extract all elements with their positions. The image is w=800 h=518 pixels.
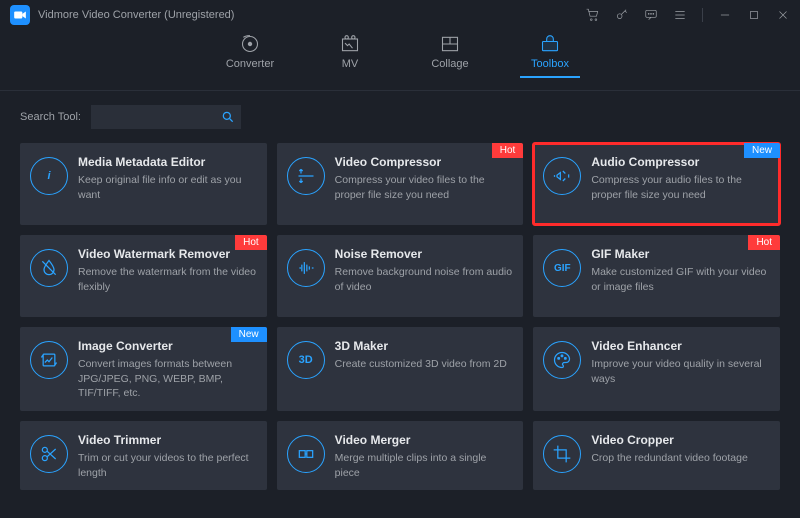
info-icon: i	[30, 157, 68, 195]
palette-icon	[543, 341, 581, 379]
badge-hot: Hot	[235, 235, 267, 250]
tool-audio-compressor[interactable]: New Audio Compressor Compress your audio…	[533, 143, 780, 225]
card-desc: Merge multiple clips into a single piece	[335, 451, 514, 480]
card-title: Video Watermark Remover	[78, 247, 257, 261]
divider	[702, 8, 703, 22]
search-bar: Search Tool:	[0, 91, 800, 133]
menu-icon[interactable]	[673, 8, 687, 22]
cart-icon[interactable]	[586, 8, 600, 22]
image-convert-icon	[30, 341, 68, 379]
badge-hot: Hot	[492, 143, 524, 158]
crop-icon	[543, 435, 581, 473]
card-desc: Keep original file info or edit as you w…	[78, 173, 257, 202]
gif-icon: GIF	[543, 249, 581, 287]
card-desc: Remove background noise from audio of vi…	[335, 265, 514, 294]
merge-icon	[287, 435, 325, 473]
card-desc: Trim or cut your videos to the perfect l…	[78, 451, 257, 480]
app-title: Vidmore Video Converter (Unregistered)	[38, 9, 234, 21]
feedback-icon[interactable]	[644, 8, 658, 22]
scissors-icon	[30, 435, 68, 473]
card-title: Video Trimmer	[78, 433, 257, 447]
badge-new: New	[231, 327, 267, 342]
tool-video-trimmer[interactable]: Video Trimmer Trim or cut your videos to…	[20, 421, 267, 490]
tab-converter[interactable]: Converter	[220, 34, 280, 78]
tab-label: Converter	[226, 58, 274, 70]
tool-media-metadata-editor[interactable]: i Media Metadata Editor Keep original fi…	[20, 143, 267, 225]
tool-video-cropper[interactable]: Video Cropper Crop the redundant video f…	[533, 421, 780, 490]
close-button[interactable]	[776, 8, 790, 22]
card-desc: Create customized 3D video from 2D	[335, 357, 514, 372]
tab-label: Toolbox	[531, 58, 569, 70]
badge-hot: Hot	[748, 235, 780, 250]
card-title: GIF Maker	[591, 247, 770, 261]
tool-video-enhancer[interactable]: Video Enhancer Improve your video qualit…	[533, 327, 780, 411]
card-desc: Remove the watermark from the video flex…	[78, 265, 257, 294]
minimize-button[interactable]	[718, 8, 732, 22]
card-desc: Compress your audio files to the proper …	[591, 173, 770, 202]
card-title: 3D Maker	[335, 339, 514, 353]
tool-video-compressor[interactable]: Hot Video Compressor Compress your video…	[277, 143, 524, 225]
card-desc: Make customized GIF with your video or i…	[591, 265, 770, 294]
key-icon[interactable]	[615, 8, 629, 22]
app-logo	[10, 5, 30, 25]
titlebar-controls	[586, 8, 790, 22]
tab-label: Collage	[431, 58, 468, 70]
waveform-icon	[287, 249, 325, 287]
tab-mv[interactable]: MV	[320, 34, 380, 78]
maximize-button[interactable]	[747, 8, 761, 22]
card-title: Noise Remover	[335, 247, 514, 261]
tab-toolbox[interactable]: Toolbox	[520, 34, 580, 78]
search-icon[interactable]	[221, 110, 235, 129]
search-label: Search Tool:	[20, 111, 81, 123]
tool-noise-remover[interactable]: Noise Remover Remove background noise fr…	[277, 235, 524, 317]
tool-gif-maker[interactable]: Hot GIF GIF Maker Make customized GIF wi…	[533, 235, 780, 317]
card-title: Media Metadata Editor	[78, 155, 257, 169]
compress-icon	[287, 157, 325, 195]
main-tabs: Converter MV Collage Toolbox	[0, 30, 800, 91]
tab-collage[interactable]: Collage	[420, 34, 480, 78]
tool-image-converter[interactable]: New Image Converter Convert images forma…	[20, 327, 267, 411]
audio-compress-icon	[543, 157, 581, 195]
card-desc: Improve your video quality in several wa…	[591, 357, 770, 386]
card-desc: Crop the redundant video footage	[591, 451, 770, 466]
card-desc: Convert images formats between JPG/JPEG,…	[78, 357, 257, 401]
tab-label: MV	[342, 58, 359, 70]
3d-icon: 3D	[287, 341, 325, 379]
tool-video-merger[interactable]: Video Merger Merge multiple clips into a…	[277, 421, 524, 490]
badge-new: New	[744, 143, 780, 158]
card-title: Video Enhancer	[591, 339, 770, 353]
droplet-slash-icon	[30, 249, 68, 287]
search-input[interactable]	[91, 105, 241, 129]
card-title: Video Merger	[335, 433, 514, 447]
tool-3d-maker[interactable]: 3D 3D Maker Create customized 3D video f…	[277, 327, 524, 411]
titlebar: Vidmore Video Converter (Unregistered)	[0, 0, 800, 30]
card-title: Video Compressor	[335, 155, 514, 169]
tool-grid: i Media Metadata Editor Keep original fi…	[0, 133, 800, 510]
tool-video-watermark-remover[interactable]: Hot Video Watermark Remover Remove the w…	[20, 235, 267, 317]
card-desc: Compress your video files to the proper …	[335, 173, 514, 202]
card-title: Video Cropper	[591, 433, 770, 447]
